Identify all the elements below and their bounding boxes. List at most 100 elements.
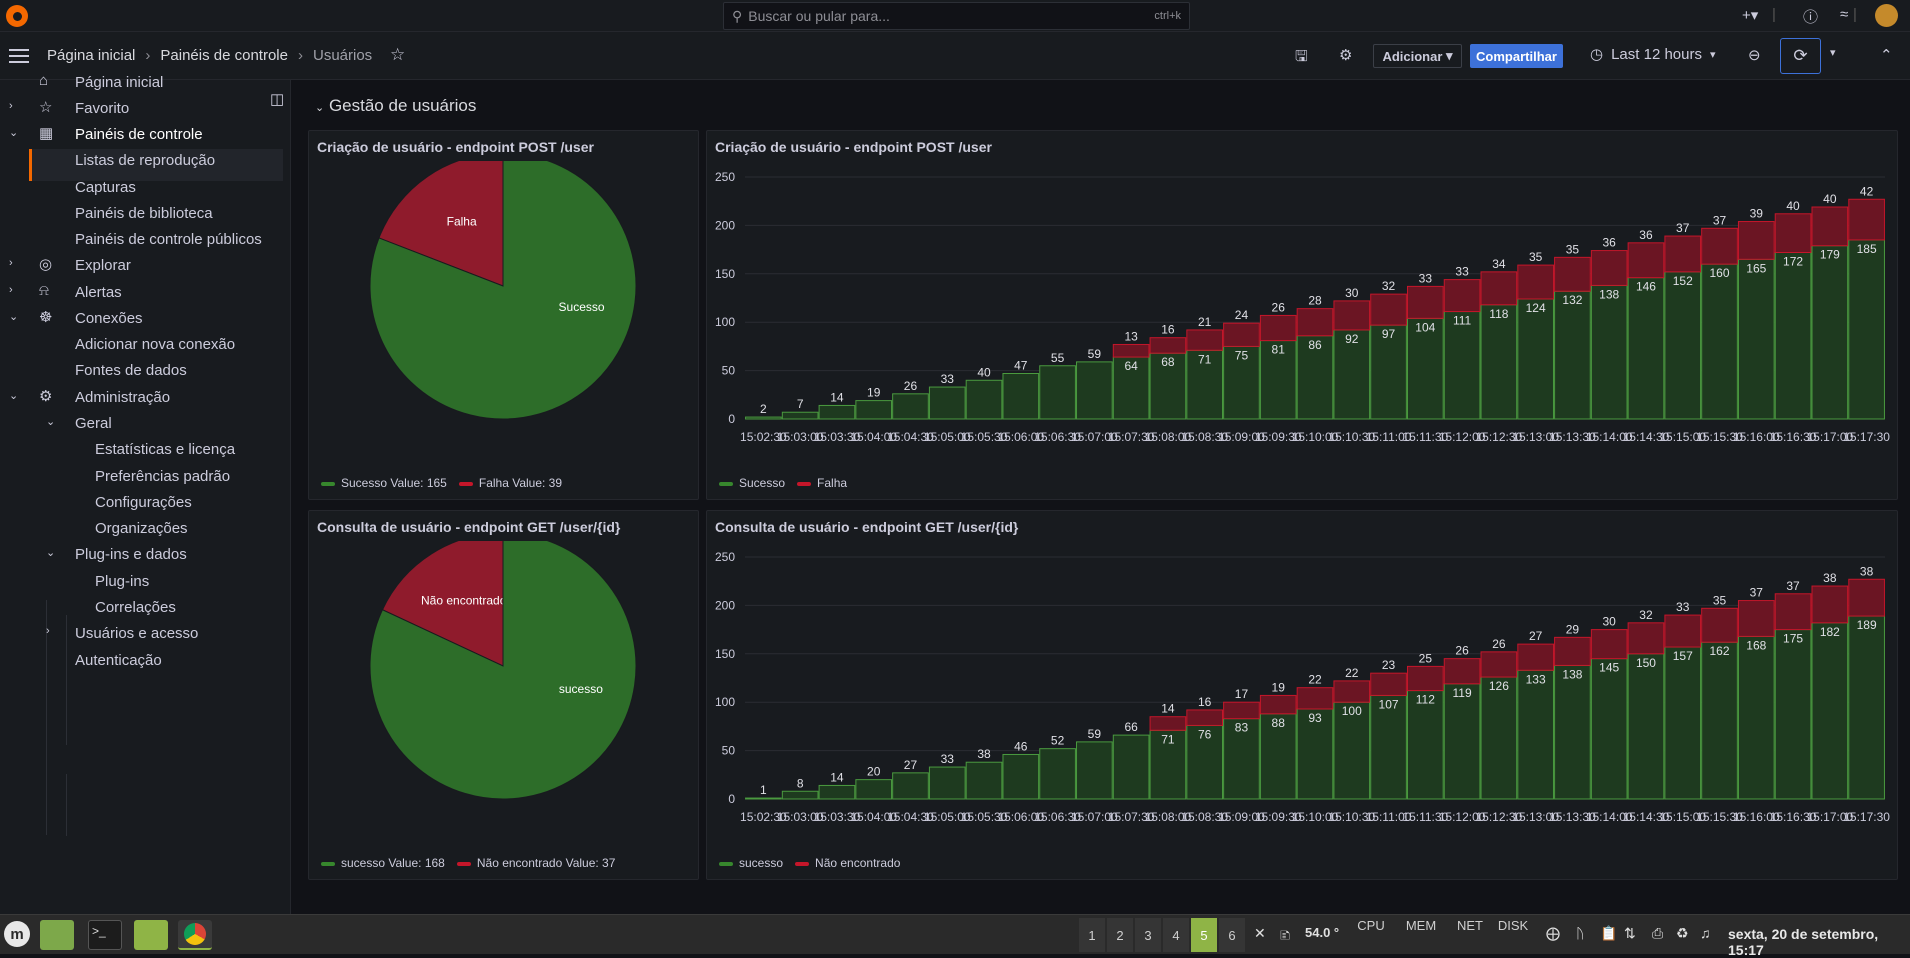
bar-success[interactable] [818, 404, 856, 420]
bar-failure[interactable] [1848, 578, 1885, 617]
legend-item-success[interactable]: Sucesso [719, 476, 785, 490]
bar-success[interactable] [1848, 239, 1885, 420]
bar-success[interactable] [1664, 271, 1702, 420]
bar-success[interactable] [1443, 311, 1481, 420]
refresh-button[interactable]: ⟳ [1780, 38, 1821, 74]
bar-failure[interactable] [1333, 680, 1371, 703]
bar-success[interactable] [1848, 615, 1885, 800]
monitor-disk[interactable]: DISK [1492, 918, 1534, 952]
bar-success[interactable] [1701, 263, 1738, 420]
bar-failure[interactable] [1149, 716, 1187, 731]
zoom-out-icon[interactable]: ⊖ [1748, 46, 1761, 64]
bar-failure[interactable] [1149, 337, 1187, 354]
breadcrumb-dashboards[interactable]: Painéis de controle [160, 47, 288, 64]
bar-success[interactable] [1737, 258, 1775, 420]
bar-failure[interactable] [1737, 600, 1775, 637]
bar-failure[interactable] [1480, 271, 1518, 306]
bar-panel-create[interactable]: Criação de usuário - endpoint POST /user… [706, 130, 1898, 500]
settings-cog-icon[interactable]: ⚙ [1339, 46, 1352, 64]
bar-failure[interactable] [1112, 343, 1150, 358]
sidebar-item-3[interactable]: Listas de reprodução [75, 145, 215, 175]
chevron-right-icon[interactable]: › [9, 100, 13, 112]
bar-success[interactable] [1554, 664, 1591, 800]
workspace-4[interactable]: 4 [1163, 918, 1189, 952]
bar-failure[interactable] [1406, 285, 1444, 319]
legend-item-failure[interactable]: Falha [797, 476, 847, 490]
plus-icon[interactable]: +▾ [1742, 6, 1758, 24]
bar-success[interactable] [965, 761, 1003, 800]
monitor-mem[interactable]: MEM [1400, 918, 1442, 952]
grafana-logo-icon[interactable] [6, 5, 28, 27]
favorite-star-icon[interactable]: ☆ [390, 45, 405, 65]
bar-success[interactable] [1811, 622, 1849, 800]
bar-success[interactable] [1112, 734, 1150, 800]
add-button[interactable]: Adicionar ▾ [1373, 44, 1462, 68]
chevron-down-icon[interactable]: ⌄ [46, 546, 55, 559]
legend-item-not-found[interactable]: Não encontrado [795, 856, 900, 870]
bar-success[interactable] [1480, 676, 1518, 800]
bar-success[interactable] [745, 797, 782, 800]
bar-success[interactable] [1737, 635, 1775, 800]
bar-success[interactable] [1039, 748, 1076, 800]
folder-app-icon[interactable] [134, 920, 168, 950]
bar-success[interactable] [1480, 304, 1518, 420]
close-icon[interactable]: ✕ [1254, 925, 1266, 942]
notes-icon[interactable]: 🗈 [1280, 925, 1290, 949]
bar-failure[interactable] [1296, 687, 1334, 710]
chevron-down-icon[interactable]: ⌄ [9, 126, 18, 139]
chevron-right-icon[interactable]: › [9, 284, 13, 296]
bar-success[interactable] [1627, 277, 1665, 420]
avatar[interactable] [1875, 4, 1898, 27]
bar-success[interactable] [1811, 245, 1849, 420]
bar-failure[interactable] [1480, 651, 1518, 678]
sidebar-item-11[interactable]: Fontes de dados [75, 355, 187, 385]
legend-item-success[interactable]: sucesso [719, 856, 783, 870]
bar-failure[interactable] [1333, 300, 1371, 331]
chevron-right-icon[interactable]: › [46, 625, 50, 637]
bar-failure[interactable] [1370, 293, 1407, 326]
bar-failure[interactable] [1848, 198, 1885, 241]
legend-item-success[interactable]: Sucesso Value: 165 [321, 476, 447, 490]
bar-failure[interactable] [1701, 607, 1738, 643]
bar-failure[interactable] [1296, 308, 1334, 337]
legend-item-failure[interactable]: Falha Value: 39 [458, 476, 562, 490]
bar-success[interactable] [1443, 683, 1481, 800]
bar-success[interactable] [1554, 290, 1591, 420]
pie-panel-create[interactable]: Criação de usuário - endpoint POST /user… [308, 130, 699, 500]
workspace-2[interactable]: 2 [1107, 918, 1133, 952]
bar-success[interactable] [1590, 658, 1628, 800]
bar-success[interactable] [892, 393, 929, 420]
clipboard-icon[interactable]: 📋 [1600, 925, 1617, 942]
bar-success[interactable] [1701, 641, 1738, 800]
legend-item-not-found[interactable]: Não encontrado Value: 37 [456, 856, 615, 870]
bar-success[interactable] [1627, 653, 1665, 800]
bar-success[interactable] [745, 416, 782, 420]
collapse-chevron-up-icon[interactable]: ⌃ [1880, 46, 1893, 64]
workspace-3[interactable]: 3 [1135, 918, 1161, 952]
bar-failure[interactable] [1223, 322, 1260, 347]
sidebar-item-18[interactable]: Plug-ins e dados [75, 539, 187, 569]
bar-failure[interactable] [1590, 250, 1628, 286]
bar-failure[interactable] [1554, 636, 1591, 666]
chevron-down-icon[interactable]: ⌄ [9, 310, 18, 323]
bar-success[interactable] [1002, 373, 1040, 420]
bar-failure[interactable] [1554, 256, 1591, 292]
save-icon[interactable]: 🖫 [1295, 46, 1308, 71]
bar-failure[interactable] [1774, 213, 1812, 254]
bar-success[interactable] [965, 379, 1003, 420]
monitor-cpu[interactable]: CPU [1350, 918, 1392, 952]
search-input[interactable]: ⚲ Buscar ou pular para... ctrl+k [723, 2, 1190, 30]
bar-failure[interactable] [1811, 585, 1849, 624]
help-icon[interactable]: ⓘ [1803, 6, 1818, 27]
bar-failure[interactable] [1443, 658, 1481, 685]
bar-success[interactable] [928, 766, 966, 800]
chevron-down-icon[interactable]: ⌄ [46, 415, 55, 428]
bar-failure[interactable] [1406, 665, 1444, 692]
bar-success[interactable] [928, 386, 966, 420]
refresh-interval-chevron-icon[interactable]: ▾ [1830, 46, 1836, 59]
sidebar-item-14[interactable]: Estatísticas e licença [95, 434, 235, 464]
workspace-5[interactable]: 5 [1191, 918, 1217, 952]
bar-failure[interactable] [1811, 206, 1849, 247]
bar-success[interactable] [1774, 252, 1812, 420]
bar-failure[interactable] [1223, 701, 1260, 720]
